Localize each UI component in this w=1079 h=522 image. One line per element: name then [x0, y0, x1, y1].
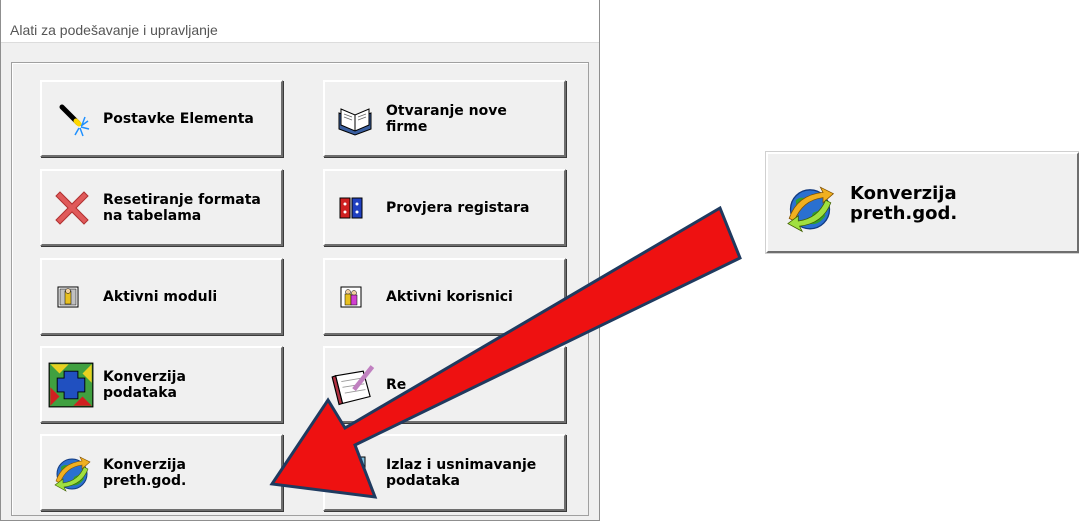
- window-title: Alati za podešavanje i upravljanje: [10, 22, 218, 38]
- button-label: Konverzija preth.god.: [103, 456, 187, 489]
- otvaranje-nove-firme-button[interactable]: Otvaranje nove firme: [323, 80, 566, 157]
- button-label: Aktivni moduli: [103, 288, 218, 305]
- postavke-elementa-button[interactable]: Postavke Elementa: [40, 80, 283, 157]
- red-x-icon: [52, 188, 92, 228]
- module-icon: [56, 285, 80, 309]
- convert-arrows-icon: [48, 362, 94, 408]
- provjera-registara-button[interactable]: Provjera registara: [323, 169, 566, 246]
- aktivni-korisnici-button[interactable]: Aktivni korisnici: [323, 258, 566, 335]
- settings-window: Alati za podešavanje i upravljanje Posta…: [0, 0, 600, 521]
- magic-wand-icon: [52, 99, 92, 139]
- book-icon: [335, 99, 375, 139]
- button-label: Izlaz i usnimavanje podataka: [386, 456, 537, 489]
- globe-arrows-icon: [52, 453, 92, 493]
- button-label: Konverzija podataka: [103, 368, 186, 401]
- re-button[interactable]: Re: [323, 346, 566, 423]
- globe-arrows-icon: [784, 182, 836, 234]
- users-icon: [339, 285, 363, 309]
- button-label: Otvaranje nove firme: [386, 102, 507, 135]
- button-label: Provjera registara: [386, 199, 530, 216]
- button-label: Resetiranje formata na tabelama: [103, 191, 261, 224]
- aktivni-moduli-button[interactable]: Aktivni moduli: [40, 258, 283, 335]
- konverzija-podataka-button[interactable]: Konverzija podataka: [40, 346, 283, 423]
- button-label: Aktivni korisnici: [386, 288, 513, 305]
- binders-icon: [339, 196, 363, 220]
- izlaz-i-usnimavanje-button[interactable]: Izlaz i usnimavanje podataka: [323, 434, 566, 511]
- button-label: Re: [386, 376, 407, 393]
- resetiranje-formata-button[interactable]: Resetiranje formata na tabelama: [40, 169, 283, 246]
- zoomed-konverzija-preth-god-button: Konverzija preth.god.: [766, 152, 1079, 253]
- zoom-label: Konverzija preth.god.: [850, 183, 958, 224]
- button-label: Postavke Elementa: [103, 110, 254, 127]
- exit-door-icon: [335, 453, 375, 493]
- title-bar[interactable]: Alati za podešavanje i upravljanje: [1, 0, 599, 43]
- konverzija-preth-god-button[interactable]: Konverzija preth.god.: [40, 434, 283, 511]
- notebook-pen-icon: [331, 362, 377, 408]
